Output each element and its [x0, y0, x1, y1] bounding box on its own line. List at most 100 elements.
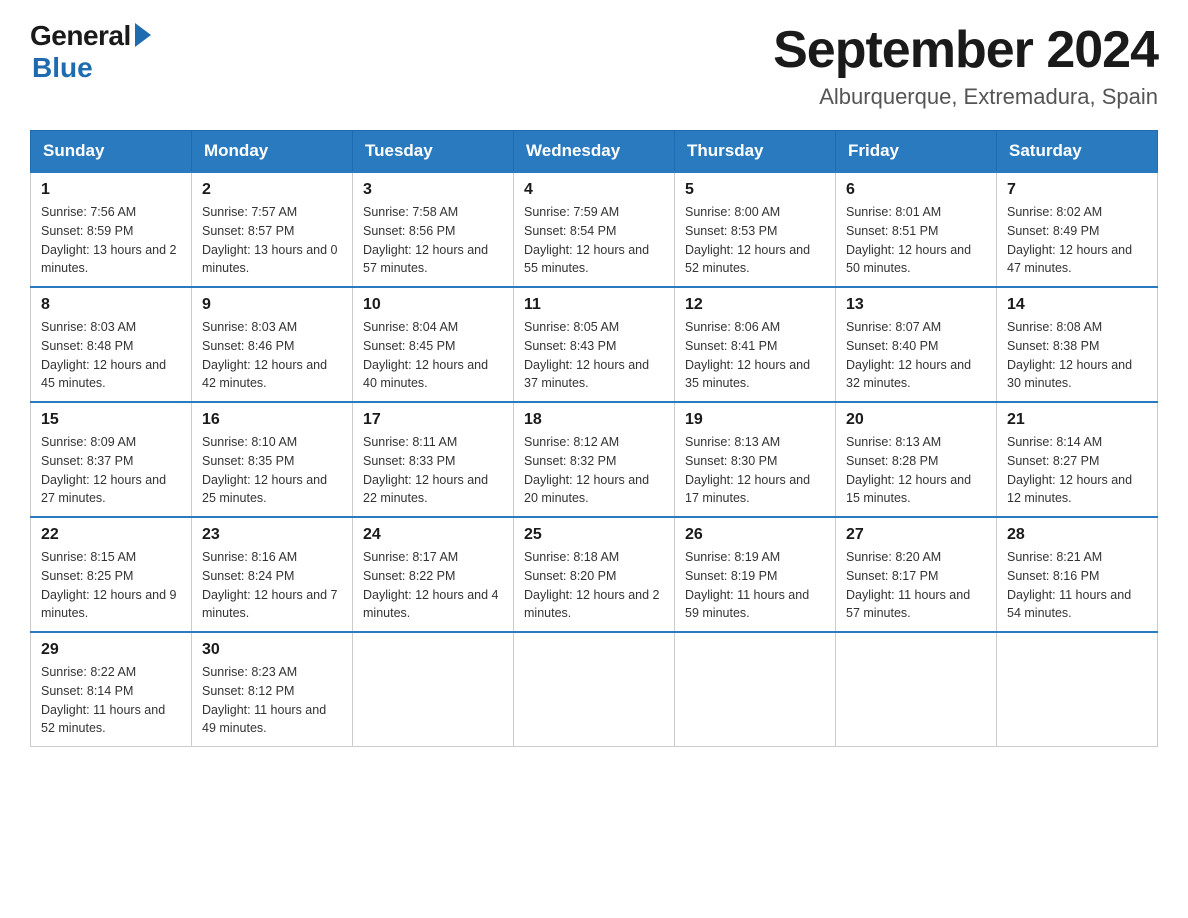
day-number: 6 — [846, 181, 986, 199]
day-number: 14 — [1007, 296, 1147, 314]
day-info: Sunrise: 8:04 AMSunset: 8:45 PMDaylight:… — [363, 318, 503, 393]
calendar-cell: 12 Sunrise: 8:06 AMSunset: 8:41 PMDayligh… — [675, 287, 836, 402]
day-info: Sunrise: 8:23 AMSunset: 8:12 PMDaylight:… — [202, 663, 342, 738]
day-info: Sunrise: 8:22 AMSunset: 8:14 PMDaylight:… — [41, 663, 181, 738]
day-number: 20 — [846, 411, 986, 429]
day-number: 11 — [524, 296, 664, 314]
day-number: 27 — [846, 526, 986, 544]
day-info: Sunrise: 8:06 AMSunset: 8:41 PMDaylight:… — [685, 318, 825, 393]
day-number: 25 — [524, 526, 664, 544]
day-info: Sunrise: 8:05 AMSunset: 8:43 PMDaylight:… — [524, 318, 664, 393]
day-info: Sunrise: 7:56 AMSunset: 8:59 PMDaylight:… — [41, 203, 181, 278]
day-number: 12 — [685, 296, 825, 314]
day-number: 26 — [685, 526, 825, 544]
day-info: Sunrise: 8:18 AMSunset: 8:20 PMDaylight:… — [524, 548, 664, 623]
calendar-cell: 29 Sunrise: 8:22 AMSunset: 8:14 PMDayligh… — [31, 632, 192, 747]
day-number: 17 — [363, 411, 503, 429]
day-info: Sunrise: 8:11 AMSunset: 8:33 PMDaylight:… — [363, 433, 503, 508]
day-info: Sunrise: 8:12 AMSunset: 8:32 PMDaylight:… — [524, 433, 664, 508]
day-info: Sunrise: 8:03 AMSunset: 8:48 PMDaylight:… — [41, 318, 181, 393]
calendar-cell — [997, 632, 1158, 747]
day-number: 29 — [41, 641, 181, 659]
week-row-4: 22Sunrise: 8:15 AMSunset: 8:25 PMDayligh… — [31, 517, 1158, 632]
day-info: Sunrise: 8:02 AMSunset: 8:49 PMDaylight:… — [1007, 203, 1147, 278]
day-number: 7 — [1007, 181, 1147, 199]
calendar-cell: 15Sunrise: 8:09 AMSunset: 8:37 PMDayligh… — [31, 402, 192, 517]
day-info: Sunrise: 8:16 AMSunset: 8:24 PMDaylight:… — [202, 548, 342, 623]
calendar-cell: 8Sunrise: 8:03 AMSunset: 8:48 PMDaylight… — [31, 287, 192, 402]
day-number: 9 — [202, 296, 342, 314]
calendar-cell: 10Sunrise: 8:04 AMSunset: 8:45 PMDayligh… — [353, 287, 514, 402]
calendar-cell: 6 Sunrise: 8:01 AMSunset: 8:51 PMDaylight… — [836, 172, 997, 287]
day-info: Sunrise: 7:59 AMSunset: 8:54 PMDaylight:… — [524, 203, 664, 278]
logo-arrow-icon — [135, 23, 151, 47]
location-text: Alburquerque, Extremadura, Spain — [773, 84, 1158, 110]
day-number: 2 — [202, 181, 342, 199]
calendar-cell: 16 Sunrise: 8:10 AMSunset: 8:35 PMDayligh… — [192, 402, 353, 517]
day-info: Sunrise: 8:00 AMSunset: 8:53 PMDaylight:… — [685, 203, 825, 278]
calendar-cell — [353, 632, 514, 747]
logo: General Blue — [30, 20, 151, 84]
calendar-table: SundayMondayTuesdayWednesdayThursdayFrid… — [30, 130, 1158, 747]
weekday-header-friday: Friday — [836, 131, 997, 173]
day-info: Sunrise: 8:14 AMSunset: 8:27 PMDaylight:… — [1007, 433, 1147, 508]
calendar-cell: 13Sunrise: 8:07 AMSunset: 8:40 PMDayligh… — [836, 287, 997, 402]
calendar-cell: 14 Sunrise: 8:08 AMSunset: 8:38 PMDayligh… — [997, 287, 1158, 402]
day-number: 28 — [1007, 526, 1147, 544]
week-row-5: 29 Sunrise: 8:22 AMSunset: 8:14 PMDayligh… — [31, 632, 1158, 747]
day-number: 1 — [41, 181, 181, 199]
calendar-cell: 21 Sunrise: 8:14 AMSunset: 8:27 PMDayligh… — [997, 402, 1158, 517]
day-info: Sunrise: 7:57 AMSunset: 8:57 PMDaylight:… — [202, 203, 342, 278]
week-row-1: 1 Sunrise: 7:56 AMSunset: 8:59 PMDaylight… — [31, 172, 1158, 287]
calendar-cell: 5 Sunrise: 8:00 AMSunset: 8:53 PMDaylight… — [675, 172, 836, 287]
day-info: Sunrise: 8:13 AMSunset: 8:28 PMDaylight:… — [846, 433, 986, 508]
calendar-cell — [514, 632, 675, 747]
day-number: 4 — [524, 181, 664, 199]
calendar-cell: 3 Sunrise: 7:58 AMSunset: 8:56 PMDaylight… — [353, 172, 514, 287]
day-info: Sunrise: 8:17 AMSunset: 8:22 PMDaylight:… — [363, 548, 503, 623]
calendar-cell: 28 Sunrise: 8:21 AMSunset: 8:16 PMDayligh… — [997, 517, 1158, 632]
calendar-cell: 24Sunrise: 8:17 AMSunset: 8:22 PMDayligh… — [353, 517, 514, 632]
weekday-header-saturday: Saturday — [997, 131, 1158, 173]
calendar-cell — [675, 632, 836, 747]
day-info: Sunrise: 8:13 AMSunset: 8:30 PMDaylight:… — [685, 433, 825, 508]
weekday-header-sunday: Sunday — [31, 131, 192, 173]
calendar-cell: 23 Sunrise: 8:16 AMSunset: 8:24 PMDayligh… — [192, 517, 353, 632]
calendar-cell: 26 Sunrise: 8:19 AMSunset: 8:19 PMDayligh… — [675, 517, 836, 632]
page-header: General Blue September 2024 Alburquerque… — [30, 20, 1158, 110]
day-number: 16 — [202, 411, 342, 429]
weekday-header-thursday: Thursday — [675, 131, 836, 173]
day-info: Sunrise: 8:10 AMSunset: 8:35 PMDaylight:… — [202, 433, 342, 508]
day-number: 23 — [202, 526, 342, 544]
day-info: Sunrise: 8:03 AMSunset: 8:46 PMDaylight:… — [202, 318, 342, 393]
day-number: 30 — [202, 641, 342, 659]
day-number: 5 — [685, 181, 825, 199]
title-block: September 2024 Alburquerque, Extremadura… — [773, 20, 1158, 110]
calendar-cell: 11 Sunrise: 8:05 AMSunset: 8:43 PMDayligh… — [514, 287, 675, 402]
day-info: Sunrise: 8:21 AMSunset: 8:16 PMDaylight:… — [1007, 548, 1147, 623]
calendar-cell: 7 Sunrise: 8:02 AMSunset: 8:49 PMDaylight… — [997, 172, 1158, 287]
logo-general-text: General — [30, 20, 131, 52]
week-row-2: 8Sunrise: 8:03 AMSunset: 8:48 PMDaylight… — [31, 287, 1158, 402]
day-number: 21 — [1007, 411, 1147, 429]
weekday-header-wednesday: Wednesday — [514, 131, 675, 173]
calendar-cell: 17 Sunrise: 8:11 AMSunset: 8:33 PMDayligh… — [353, 402, 514, 517]
day-info: Sunrise: 8:01 AMSunset: 8:51 PMDaylight:… — [846, 203, 986, 278]
day-number: 19 — [685, 411, 825, 429]
calendar-cell: 4 Sunrise: 7:59 AMSunset: 8:54 PMDaylight… — [514, 172, 675, 287]
logo-blue-text: Blue — [32, 52, 93, 84]
weekday-header-tuesday: Tuesday — [353, 131, 514, 173]
week-row-3: 15Sunrise: 8:09 AMSunset: 8:37 PMDayligh… — [31, 402, 1158, 517]
calendar-cell — [836, 632, 997, 747]
day-info: Sunrise: 8:07 AMSunset: 8:40 PMDaylight:… — [846, 318, 986, 393]
day-number: 15 — [41, 411, 181, 429]
day-number: 3 — [363, 181, 503, 199]
day-number: 18 — [524, 411, 664, 429]
day-info: Sunrise: 7:58 AMSunset: 8:56 PMDaylight:… — [363, 203, 503, 278]
weekday-header-row: SundayMondayTuesdayWednesdayThursdayFrid… — [31, 131, 1158, 173]
calendar-cell: 19 Sunrise: 8:13 AMSunset: 8:30 PMDayligh… — [675, 402, 836, 517]
weekday-header-monday: Monday — [192, 131, 353, 173]
day-info: Sunrise: 8:15 AMSunset: 8:25 PMDaylight:… — [41, 548, 181, 623]
day-info: Sunrise: 8:19 AMSunset: 8:19 PMDaylight:… — [685, 548, 825, 623]
day-info: Sunrise: 8:08 AMSunset: 8:38 PMDaylight:… — [1007, 318, 1147, 393]
